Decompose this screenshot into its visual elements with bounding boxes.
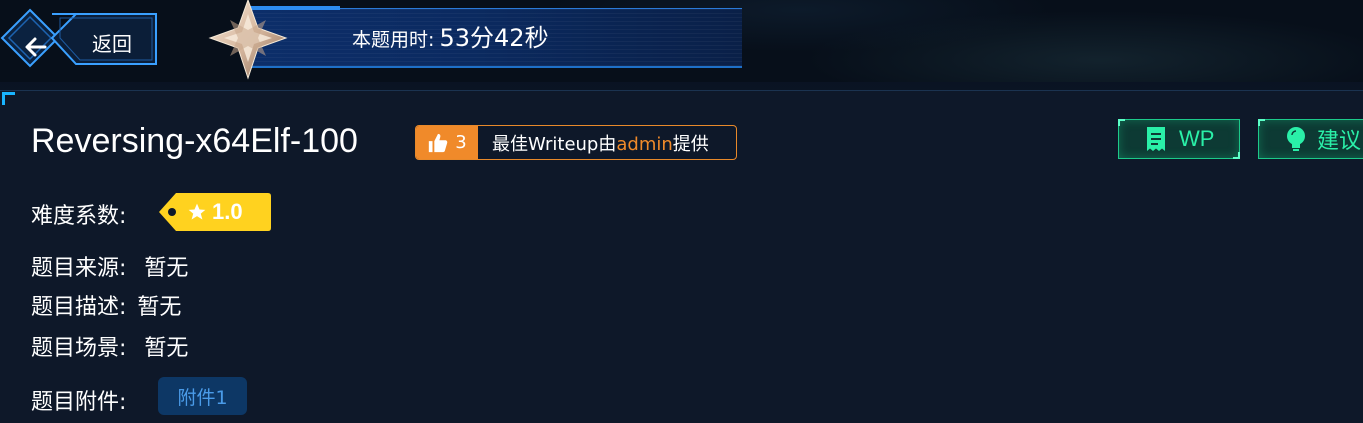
writeup-prefix: 最佳Writeup由 — [492, 133, 617, 155]
scene-row: 题目场景: 暂无 — [31, 330, 188, 362]
writeup-suffix: 提供 — [672, 133, 709, 155]
description-value: 暂无 — [137, 295, 182, 320]
suggest-button-label: 建议 — [1317, 128, 1362, 153]
document-icon — [1147, 127, 1165, 151]
wp-button[interactable]: WP — [1118, 119, 1240, 159]
wp-button-corner — [1233, 152, 1240, 159]
timer-value: 53分42秒 — [439, 24, 549, 52]
arrow-left-icon — [25, 37, 47, 57]
back-button[interactable]: 返回 — [0, 8, 160, 68]
like-count: 3 — [455, 132, 467, 153]
description-label: 题目描述: — [31, 295, 127, 320]
writeup-text[interactable]: 最佳Writeup由admin提供 — [478, 130, 709, 156]
wp-button-label: WP — [1179, 126, 1215, 151]
suggest-button-corner — [1258, 119, 1265, 126]
difficulty-value: 1.0 — [212, 199, 243, 224]
source-value: 暂无 — [144, 256, 189, 281]
challenge-title: Reversing-x64Elf-100 — [31, 122, 358, 160]
like-button[interactable]: 3 — [416, 126, 478, 159]
scene-value: 暂无 — [144, 336, 189, 361]
wp-button-corner — [1118, 119, 1125, 126]
difficulty-label: 难度系数: — [31, 204, 127, 229]
panel-corner-decoration — [2, 92, 15, 105]
attachment-link[interactable]: 附件1 — [158, 377, 247, 415]
attachment-label: 题目附件: — [31, 390, 127, 415]
difficulty-tag: 1.0 — [158, 192, 272, 232]
back-button-label: 返回 — [92, 32, 132, 56]
page: 返回 本题用时: 53分42秒 Reversing-x64Elf-100 3 最… — [0, 0, 1363, 423]
source-label: 题目来源: — [31, 256, 127, 281]
attachment-row: 题目附件: — [31, 384, 126, 416]
description-row: 题目描述: 暂无 — [31, 289, 181, 321]
thumbs-up-icon — [429, 133, 448, 152]
timer: 本题用时: 53分42秒 — [352, 18, 549, 53]
suggest-button[interactable]: 建议 — [1258, 119, 1363, 159]
best-writeup-badge[interactable]: 3 最佳Writeup由admin提供 — [415, 125, 737, 160]
top-bar: 返回 本题用时: 53分42秒 — [0, 0, 1363, 82]
scene-label: 题目场景: — [31, 336, 127, 361]
lightbulb-icon — [1287, 127, 1305, 151]
writeup-author-link[interactable]: admin — [616, 134, 672, 155]
difficulty-row: 难度系数: — [31, 198, 126, 230]
star-icon — [188, 203, 206, 220]
timer-label: 本题用时: — [352, 29, 435, 51]
source-row: 题目来源: 暂无 — [31, 250, 188, 282]
compass-star-icon — [208, 0, 288, 80]
